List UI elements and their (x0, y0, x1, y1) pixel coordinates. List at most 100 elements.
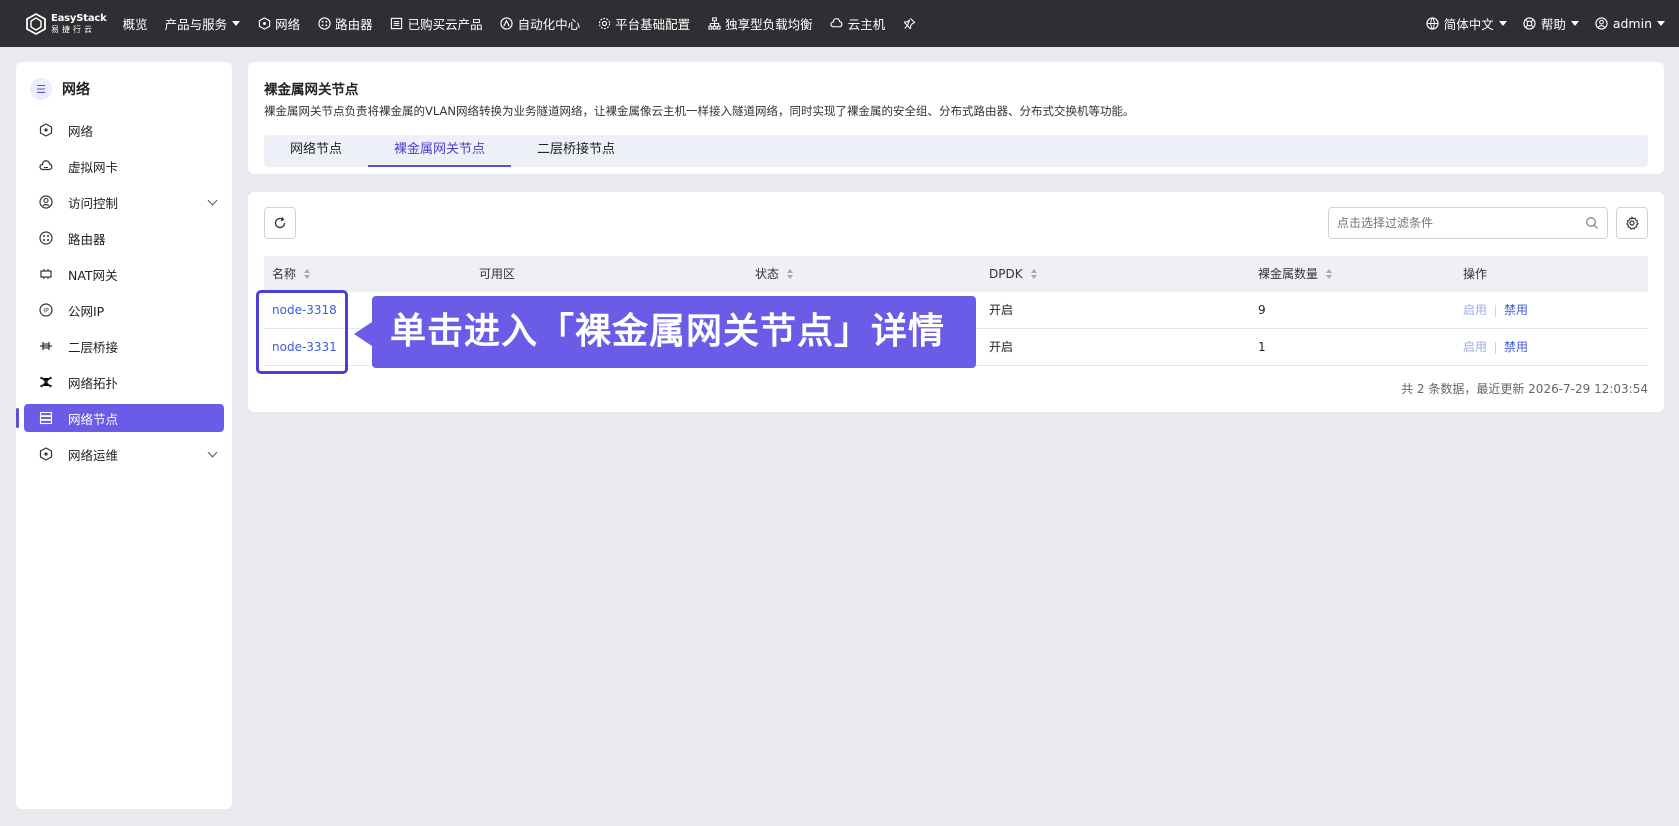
chevron-down-icon (207, 195, 218, 206)
sidebar-title: 网络 (62, 82, 90, 98)
user-menu[interactable]: admin (1595, 16, 1665, 31)
globe-icon (1426, 17, 1440, 31)
network-ops-icon (38, 446, 54, 462)
sidebar-item-topology[interactable]: 网络拓扑 (24, 368, 224, 396)
nav-overview[interactable]: 概览 (123, 14, 148, 33)
language-selector[interactable]: 简体中文 (1426, 14, 1507, 33)
sidebar-item-label: 网络节点 (68, 411, 119, 427)
nav-label: 独享型负载均衡 (725, 17, 813, 32)
logo-text-cn: 易捷行云 (51, 24, 95, 34)
help-icon (1523, 17, 1537, 31)
disable-button[interactable]: 禁用 (1504, 340, 1528, 354)
help-menu[interactable]: 帮助 (1523, 14, 1579, 33)
pin-button[interactable] (902, 17, 920, 31)
table-footer-summary: 共 2 条数据，最近更新 2026-7-29 12:03:54 (1401, 382, 1648, 396)
column-header-actions: 操作 (1463, 256, 1487, 292)
filter-input[interactable] (1337, 216, 1577, 230)
nav-products-services[interactable]: 产品与服务 (165, 14, 241, 33)
divider (1495, 341, 1497, 354)
column-header-name[interactable]: 名称 (272, 256, 311, 292)
nav-network[interactable]: 网络 (257, 14, 300, 33)
caret-down-icon (232, 21, 241, 26)
sidebar-item-network-ops[interactable]: 网络运维 (24, 440, 224, 468)
sidebar-item-label: 访问控制 (68, 195, 119, 211)
enable-button[interactable]: 启用 (1463, 303, 1487, 317)
column-header-zone: 可用区 (479, 256, 515, 292)
sidebar-item-network[interactable]: 网络 (24, 116, 224, 144)
tutorial-callout: 单击进入「裸金属网关节点」详情 (372, 296, 976, 368)
column-header-dpdk[interactable]: DPDK (989, 256, 1037, 292)
sidebar-item-router[interactable]: 路由器 (24, 224, 224, 252)
tab-network-nodes[interactable]: 网络节点 (264, 135, 368, 167)
column-label: 操作 (1463, 267, 1488, 281)
chevron-down-icon (207, 447, 218, 458)
nav-automation-center[interactable]: 自动化中心 (500, 14, 581, 33)
search-icon[interactable] (1585, 216, 1599, 230)
logo-icon (26, 12, 46, 35)
column-label: 裸金属数量 (1258, 267, 1319, 281)
divider (1495, 304, 1497, 317)
sidebar-item-label: 公网IP (68, 303, 105, 319)
sidebar-item-l2-bridge[interactable]: 二层桥接 (24, 332, 224, 360)
network-icon (257, 17, 271, 31)
table-settings-button[interactable] (1616, 207, 1648, 239)
bare-metal-count: 9 (1258, 303, 1266, 317)
column-label: 状态 (755, 267, 780, 281)
nav-load-balancer[interactable]: 独享型负载均衡 (707, 14, 813, 33)
sort-icon[interactable] (787, 269, 794, 279)
page-description: 裸金属网关节点负责将裸金属的VLAN网络转换为业务隧道网络，让裸金属像云主机一样… (264, 104, 1135, 118)
load-balancer-icon (707, 17, 721, 31)
sidebar-item-nat-gateway[interactable]: NAT网关 (24, 260, 224, 288)
nav-label: 已购买云产品 (407, 17, 483, 32)
tab-bar: 网络节点 裸金属网关节点 二层桥接节点 (264, 135, 1648, 167)
sort-icon[interactable] (304, 269, 311, 279)
sort-icon[interactable] (1030, 269, 1037, 279)
caret-down-icon (1498, 21, 1507, 26)
nav-label: 平台基础配置 (615, 17, 691, 32)
user-label: admin (1612, 16, 1652, 31)
help-label: 帮助 (1540, 17, 1566, 32)
refresh-button[interactable] (264, 207, 296, 239)
router-icon (317, 17, 331, 31)
sidebar-item-label: 网络运维 (68, 447, 119, 463)
tab-l2-bridge-nodes[interactable]: 二层桥接节点 (511, 135, 641, 167)
tab-bare-metal-gateway-nodes[interactable]: 裸金属网关节点 (368, 135, 512, 167)
caret-down-icon (1570, 21, 1579, 26)
nav-label: 概览 (122, 17, 148, 32)
sidebar-item-public-ip[interactable]: IP 公网IP (24, 296, 224, 324)
sidebar-item-network-nodes[interactable]: 网络节点 (16, 404, 224, 432)
column-label: DPDK (989, 267, 1023, 281)
nav-platform-config[interactable]: 平台基础配置 (597, 14, 690, 33)
nav-router[interactable]: 路由器 (317, 14, 373, 33)
top-navbar: EasyStack 易捷行云 概览 产品与服务 网络 路由器 已购买云产品 自动… (0, 0, 1679, 47)
gear-icon (597, 17, 611, 31)
sidebar-item-access-control[interactable]: 访问控制 (24, 188, 224, 216)
column-header-status[interactable]: 状态 (755, 256, 794, 292)
nav-cloud-host[interactable]: 云主机 (830, 14, 885, 33)
pin-icon (902, 17, 916, 31)
page-header: 裸金属网关节点 裸金属网关节点负责将裸金属的VLAN网络转换为业务隧道网络，让裸… (248, 62, 1664, 174)
disable-button[interactable]: 禁用 (1504, 303, 1528, 317)
list-icon (390, 17, 404, 31)
sidebar-item-virtual-nic[interactable]: 虚拟网卡 (24, 152, 224, 180)
enable-button[interactable]: 启用 (1463, 340, 1487, 354)
sidebar-header: ☰ 网络 (16, 62, 232, 116)
virtual-nic-icon (38, 158, 54, 174)
automation-icon (500, 17, 514, 31)
column-header-bare-metal-count[interactable]: 裸金属数量 (1258, 256, 1333, 292)
menu-icon[interactable]: ☰ (30, 78, 52, 100)
cloud-host-icon (830, 17, 844, 31)
network-icon (38, 122, 54, 138)
access-control-icon (38, 194, 54, 210)
column-label: 可用区 (479, 267, 516, 281)
nav-purchased-products[interactable]: 已购买云产品 (390, 14, 483, 33)
column-label: 名称 (272, 267, 297, 281)
nav-label: 网络 (275, 17, 301, 32)
filter-search[interactable] (1328, 207, 1608, 239)
easystack-logo[interactable]: EasyStack 易捷行云 (24, 12, 107, 36)
nav-label: 自动化中心 (517, 17, 581, 32)
public-ip-icon: IP (38, 302, 54, 318)
sort-icon[interactable] (1326, 269, 1333, 279)
row-actions: 启用 禁用 (1463, 329, 1528, 366)
nat-gateway-icon (38, 266, 54, 282)
